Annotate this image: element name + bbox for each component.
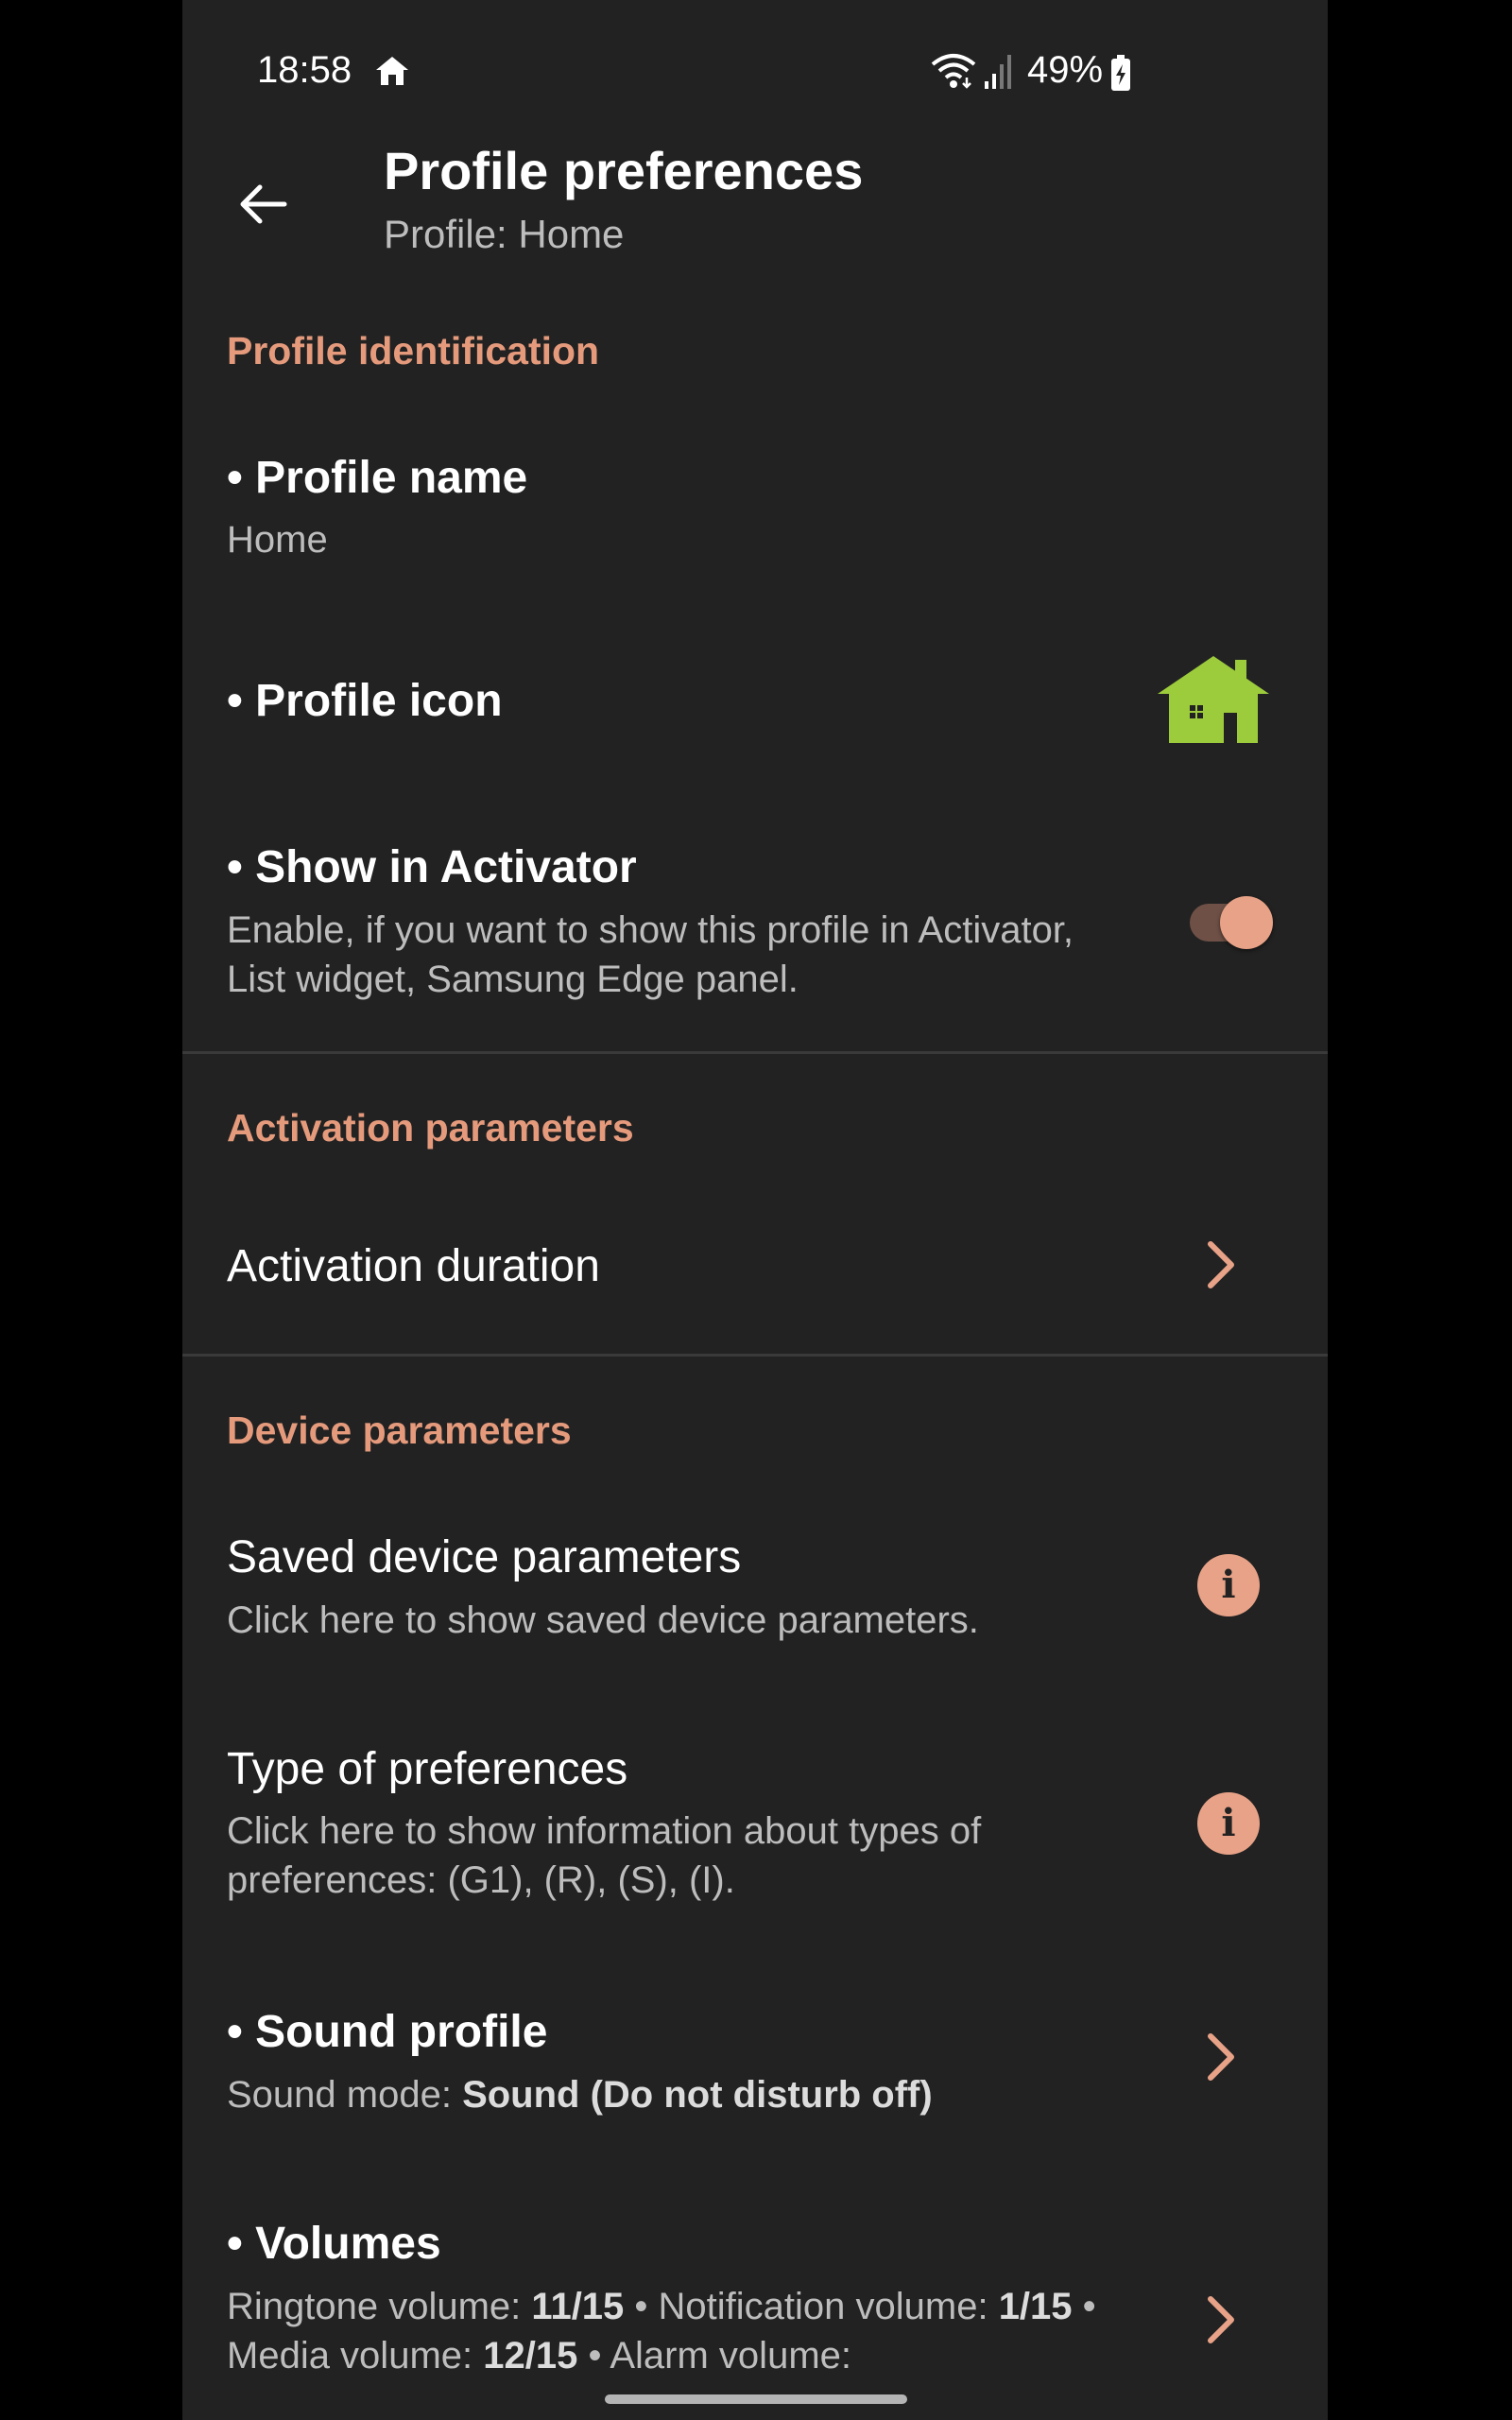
back-arrow-icon[interactable] bbox=[230, 170, 296, 236]
status-bar: 18:58 49% bbox=[182, 0, 1328, 142]
home-icon bbox=[376, 57, 408, 85]
saved-device-parameters-summary: Click here to show saved device paramete… bbox=[227, 1599, 979, 1641]
show-in-activator-toggle[interactable] bbox=[1186, 894, 1273, 951]
info-icon[interactable]: i bbox=[1197, 1554, 1260, 1616]
page-title: Profile preferences bbox=[384, 141, 864, 200]
profile-name-title: • Profile name bbox=[227, 453, 528, 503]
section-header-device-parameters: Device parameters bbox=[227, 1409, 572, 1452]
page-subtitle: Profile: Home bbox=[384, 212, 625, 256]
notification-value: 1/15 bbox=[998, 2286, 1073, 2327]
section-header-profile-identification: Profile identification bbox=[227, 329, 600, 372]
phone-screen: 18:58 49% Profile preferences Profile: H… bbox=[182, 0, 1328, 2420]
ringtone-label: Ringtone volume: bbox=[227, 2286, 532, 2327]
alarm-label: • Alarm volume: bbox=[577, 2335, 851, 2377]
sound-mode-label: Sound mode: bbox=[227, 2074, 463, 2116]
saved-device-parameters-title: Saved device parameters bbox=[227, 1532, 742, 1582]
volumes-title: • Volumes bbox=[227, 2219, 441, 2269]
wifi-icon bbox=[931, 54, 976, 89]
chevron-right-icon bbox=[1208, 2033, 1234, 2081]
toggle-thumb bbox=[1220, 896, 1273, 949]
sound-profile-title: • Sound profile bbox=[227, 2007, 548, 2057]
divider bbox=[182, 1051, 1328, 1054]
signal-icon bbox=[985, 55, 1011, 89]
sound-profile-summary: Sound mode: Sound (Do not disturb off) bbox=[227, 2070, 1134, 2119]
type-of-preferences-title: Type of preferences bbox=[227, 1744, 628, 1794]
info-icon[interactable]: i bbox=[1197, 1792, 1260, 1855]
profile-icon-title: • Profile icon bbox=[227, 676, 503, 726]
battery-percent: 49% bbox=[1027, 49, 1104, 91]
volumes-summary: Ringtone volume: 11/15 • Notification vo… bbox=[227, 2282, 1134, 2380]
show-in-activator-title: • Show in Activator bbox=[227, 842, 637, 892]
chevron-right-icon bbox=[1208, 1241, 1234, 1288]
ringtone-value: 11/15 bbox=[531, 2286, 625, 2327]
profile-name-value: Home bbox=[227, 519, 328, 561]
notification-label: • Notification volume: bbox=[624, 2286, 999, 2327]
section-header-activation-parameters: Activation parameters bbox=[227, 1106, 634, 1150]
status-time: 18:58 bbox=[257, 49, 352, 91]
type-of-preferences-summary: Click here to show information about typ… bbox=[227, 1810, 982, 1901]
show-in-activator-summary: Enable, if you want to show this profile… bbox=[227, 909, 1074, 1000]
media-value: 12/15 bbox=[483, 2335, 578, 2377]
battery-icon bbox=[1111, 55, 1130, 91]
home-indicator[interactable] bbox=[605, 2394, 907, 2404]
chevron-right-icon bbox=[1208, 2296, 1234, 2343]
sound-mode-value: Sound (Do not disturb off) bbox=[462, 2074, 933, 2116]
green-house-icon bbox=[1158, 656, 1269, 743]
divider bbox=[182, 1354, 1328, 1357]
activation-duration-title: Activation duration bbox=[227, 1241, 600, 1291]
